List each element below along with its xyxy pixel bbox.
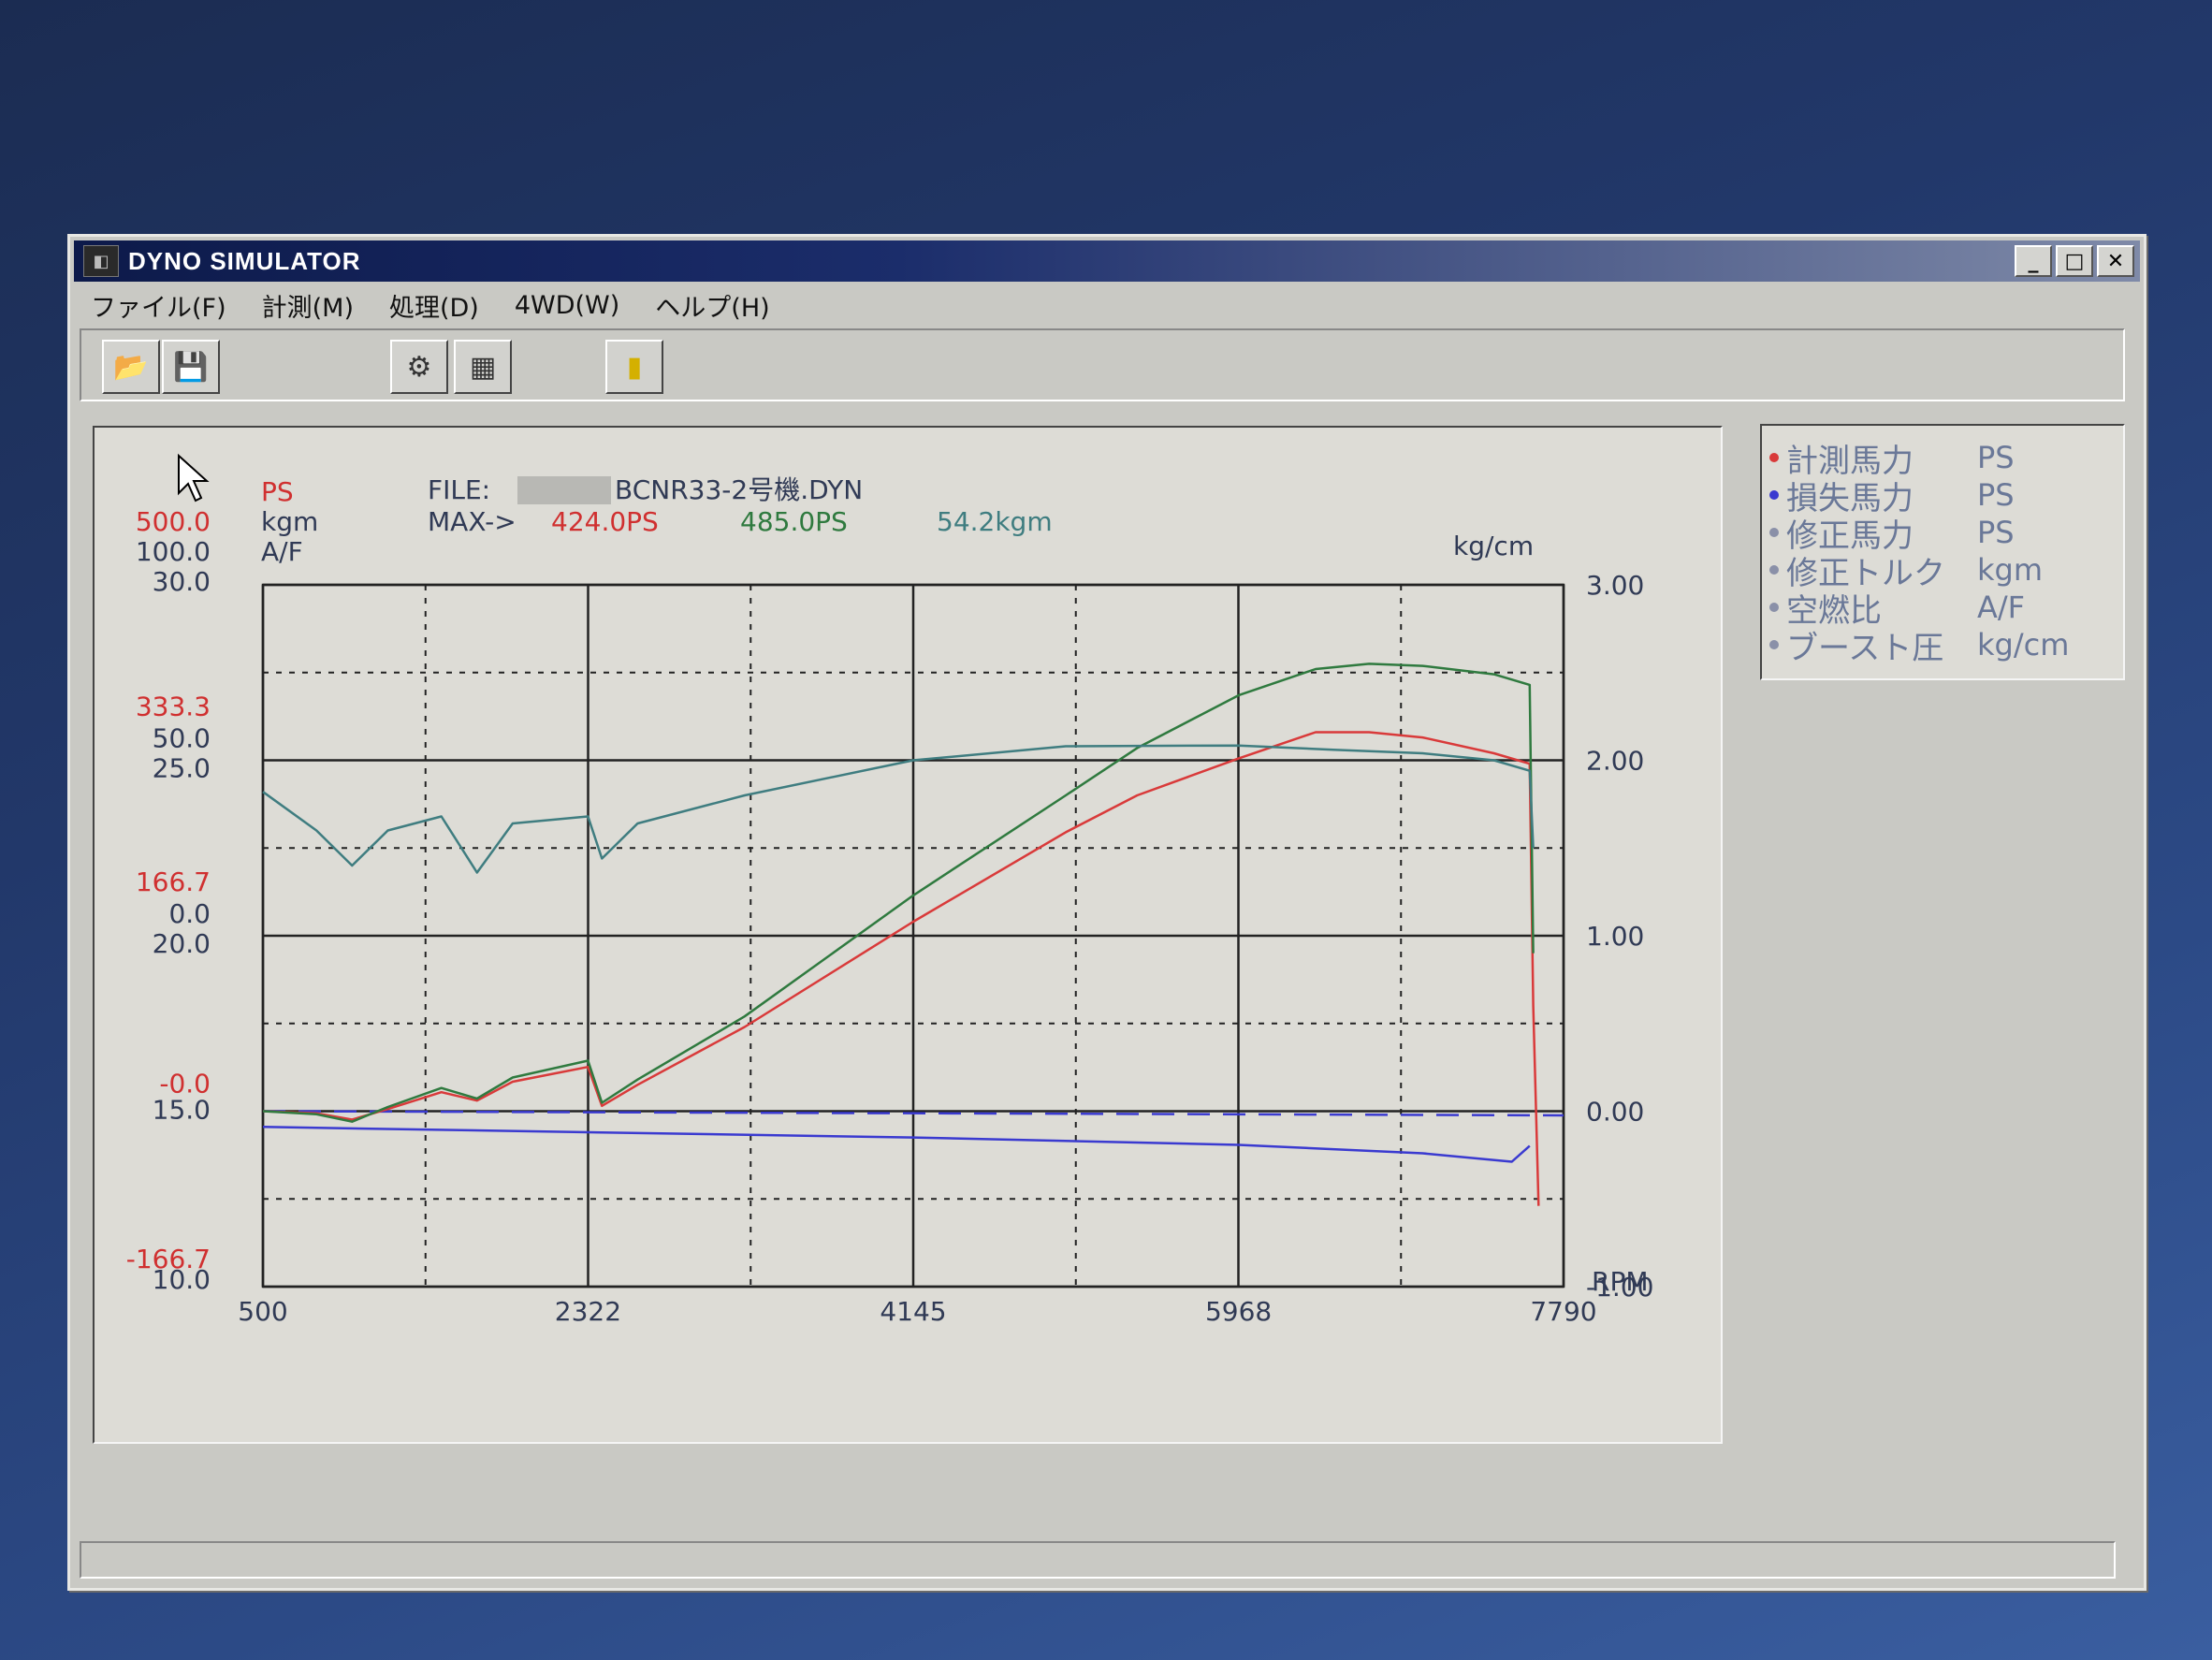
dyno-icon: ⚙	[406, 350, 432, 384]
series-line-measured-ps	[262, 731, 1540, 1206]
y-tick-label-kgm: 100.0	[136, 536, 211, 567]
legend-panel: 計測馬力 PS 損失馬力 PS 修正馬力 PS 修正トルク kgm 空燃比 A/F ブース…	[1760, 424, 2125, 680]
y-tick-label-boost: 0.00	[1586, 1097, 1644, 1128]
menu-file[interactable]: ファイル(F)	[91, 287, 226, 324]
y-tick-label-af: 10.0	[153, 1264, 211, 1295]
app-icon: ◧	[83, 245, 119, 277]
chart-grid	[261, 583, 1565, 1289]
series-line-loss-ps	[262, 1126, 1531, 1163]
y-tick-label-af: 15.0	[153, 1095, 211, 1126]
max-measured-ps: 424.0PS	[551, 506, 659, 537]
max-corrected-ps: 485.0PS	[740, 506, 848, 537]
boost-unit-label: kg/cm	[1453, 531, 1534, 561]
y-tick-label-ps: 333.3	[136, 692, 211, 722]
folder-open-icon: 📂	[113, 350, 149, 384]
menu-process[interactable]: 処理(D)	[389, 287, 479, 324]
legend-bullet	[1769, 453, 1779, 462]
minimize-button[interactable]: _	[2015, 245, 2052, 277]
legend-item-corrected-ps: 修正馬力 PS	[1769, 514, 2015, 555]
menu-measure[interactable]: 計測(M)	[262, 287, 354, 324]
unit-af-label: A/F	[261, 536, 303, 567]
menu-help[interactable]: ヘルプ(H)	[655, 287, 769, 324]
y-tick-label-kgm: 0.0	[168, 898, 211, 929]
x-tick-label: 5968	[1205, 1296, 1272, 1327]
x-tick-label: 7790	[1530, 1296, 1596, 1327]
menu-4wd[interactable]: 4WD(W)	[515, 291, 619, 320]
menu-bar: ファイル(F) 計測(M) 処理(D) 4WD(W) ヘルプ(H)	[74, 285, 2140, 325]
legend-bullet	[1769, 640, 1779, 649]
close-button[interactable]: ✕	[2097, 245, 2134, 277]
y-tick-label-boost: 3.00	[1586, 570, 1644, 601]
floppy-disk-icon: 💾	[173, 350, 209, 384]
y-tick-label-ps: 166.7	[136, 866, 211, 897]
legend-item-air-fuel: 空燃比 A/F	[1769, 589, 2025, 630]
max-torque: 54.2kgm	[937, 506, 1053, 537]
legend-bullet	[1769, 565, 1779, 575]
status-bar	[80, 1541, 2116, 1579]
y-tick-label-af: 25.0	[153, 753, 211, 784]
display-button[interactable]: ▦	[454, 340, 512, 394]
graph-panel: PS kgm A/F FILE: BCNR33-2号機.DYN MAX-> 42…	[93, 426, 1723, 1444]
file-label: FILE:	[428, 474, 490, 505]
window-title: DYNO SIMULATOR	[128, 246, 361, 275]
y-tick-label-ps: 500.0	[136, 506, 211, 537]
legend-item-loss-ps: 損失馬力 PS	[1769, 476, 2015, 517]
y-tick-label-kgm: 50.0	[153, 723, 211, 754]
y-tick-label-boost: 2.00	[1586, 746, 1644, 777]
series-line-torque	[262, 744, 1535, 874]
x-tick-label: 500	[238, 1296, 287, 1327]
mouse-cursor-icon	[178, 453, 210, 502]
save-file-button[interactable]: 💾	[162, 340, 220, 394]
dyno-simulator-window: ◧ DYNO SIMULATOR _ □ ✕ ファイル(F) 計測(M) 処理(…	[67, 234, 2147, 1591]
toolbar: 📂 💾 ⚙ ▦ ▮	[80, 328, 2125, 401]
legend-item-corrected-torque: 修正トルク kgm	[1769, 551, 2043, 592]
unit-kgm-label: kgm	[261, 506, 318, 537]
y-tick-label-af: 30.0	[153, 566, 211, 597]
redacted-file-prefix	[517, 476, 611, 504]
y-tick-label-af: 20.0	[153, 928, 211, 959]
measure-button[interactable]: ⚙	[390, 340, 448, 394]
y-axis-ticks: 500.0333.3166.7-0.0-166.7100.050.00.030.…	[126, 506, 1654, 1303]
legend-bullet	[1769, 490, 1779, 500]
legend-bullet	[1769, 603, 1779, 612]
x-axis-ticks: 500 2322 4145 5968 7790	[238, 1296, 1596, 1327]
x-tick-label: 4145	[880, 1296, 946, 1327]
exit-button[interactable]: ▮	[605, 340, 663, 394]
legend-item-measured-ps: 計測馬力 PS	[1769, 439, 2015, 480]
file-name: BCNR33-2号機.DYN	[615, 474, 863, 505]
legend-bullet	[1769, 528, 1779, 537]
x-tick-label: 2322	[555, 1296, 621, 1327]
y-tick-label-boost: 1.00	[1586, 921, 1644, 952]
max-label: MAX->	[428, 506, 517, 537]
open-file-button[interactable]: 📂	[102, 340, 160, 394]
exit-door-icon: ▮	[626, 350, 643, 384]
title-bar[interactable]: ◧ DYNO SIMULATOR _ □ ✕	[74, 240, 2140, 282]
maximize-button[interactable]: □	[2056, 245, 2093, 277]
display-panel-icon: ▦	[469, 350, 497, 384]
unit-ps-label: PS	[261, 476, 294, 507]
legend-item-boost: ブースト圧 kg/cm	[1769, 626, 2069, 667]
dyno-chart: PS kgm A/F FILE: BCNR33-2号機.DYN MAX-> 42…	[126, 453, 1654, 1327]
